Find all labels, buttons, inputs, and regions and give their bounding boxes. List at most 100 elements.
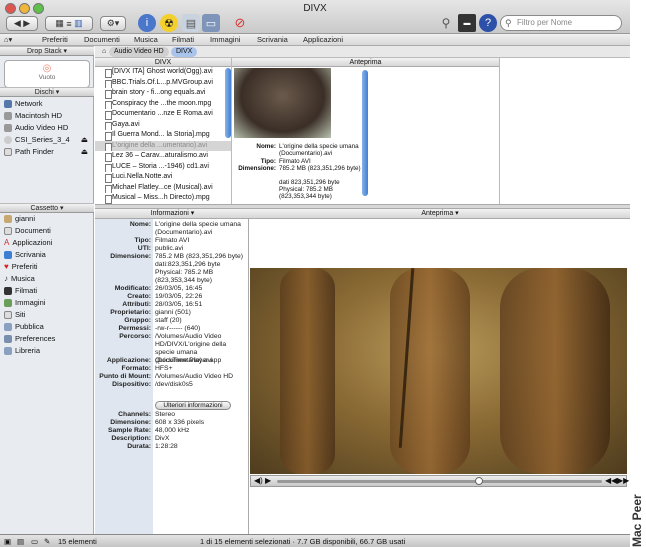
home-icon[interactable]: ⌂▾ [4, 35, 12, 44]
path-item-divx[interactable]: DIVX [171, 47, 198, 57]
drawer-item-documenti[interactable]: Documenti [4, 225, 92, 236]
disks-header[interactable]: Dischi ▾ [0, 87, 94, 97]
drop-stack-area[interactable]: ◎ Vuoto [4, 60, 90, 88]
drawer-item-libreria[interactable]: Libreria [4, 345, 92, 356]
file-row[interactable]: brain story - fi...ong equals.avi [95, 88, 231, 99]
back-forward-button[interactable]: ◀ ▶ [6, 16, 38, 31]
drawer-item-musica[interactable]: ♪ Musica [4, 273, 92, 284]
menu-scrivania[interactable]: Scrivania [257, 35, 288, 44]
playback-track[interactable] [277, 480, 602, 483]
disk-audio-video-hd[interactable]: Audio Video HD [4, 122, 92, 133]
more-info-button[interactable]: Ulteriori informazioni [155, 401, 231, 410]
preview-panel-header[interactable]: Anteprima ▾ [250, 209, 630, 219]
column-view-icon[interactable]: ▥ [74, 18, 83, 29]
preview-kind-label: Tipo: [260, 158, 276, 165]
menu-filmati[interactable]: Filmati [172, 35, 194, 44]
menu-documenti[interactable]: Documenti [84, 35, 120, 44]
path-item-audio-video-hd[interactable]: Audio Video HD [109, 47, 169, 57]
file-list-scrollbar[interactable] [225, 68, 231, 138]
file-row[interactable]: Michael Flatley...ce (Musical).avi [95, 183, 231, 193]
info-value: QuickTime Player.app [155, 357, 222, 364]
help-icon[interactable]: ? [479, 14, 497, 32]
drawer-item-immagini[interactable]: Immagini [4, 297, 92, 308]
disk-csi-series[interactable]: CSI_Series_3_4 ⏏ [4, 134, 92, 145]
file-row[interactable]: L'origine della ...umentario).avi [95, 140, 231, 151]
disk-network[interactable]: Network [4, 98, 92, 109]
file-row[interactable]: Gaya.avi [95, 120, 231, 130]
pencil-icon[interactable]: ✎ [44, 535, 50, 547]
network-icon [4, 99, 12, 108]
file-row[interactable]: Musical – Miss...h Directo).mpg [95, 193, 231, 204]
file-row[interactable]: Il Guerra Mond... la Storia].mpg [95, 130, 231, 141]
list-view-icon[interactable]: ≡ [66, 19, 71, 29]
preview-toggle-icon[interactable]: ▭ [31, 535, 38, 547]
sidebar-toggle-icon[interactable]: ▣ [4, 535, 11, 547]
icon-view-icon[interactable]: ▦ [55, 18, 64, 29]
file-list: DIVX [DIVX ITA] Ghost world(Ogg).avi BBC.… [95, 58, 232, 204]
disk-path-finder[interactable]: Path Finder ⏏ [4, 146, 92, 157]
file-row[interactable]: [DIVX ITA] Ghost world(Ogg).avi [95, 67, 231, 78]
back-icon: ◀ [13, 18, 21, 28]
file-row[interactable]: LUCE – Storia ...-1946) cd1.avi [95, 162, 231, 172]
pictures-icon [4, 298, 12, 307]
drop-stack-header[interactable]: Drop Stack ▾ [0, 46, 94, 56]
info-value: 19/03/05, 22:26 [155, 293, 203, 300]
video-frame [250, 268, 627, 474]
drawer-item-applicazioni[interactable]: A Applicazioni [4, 237, 92, 248]
step-forward-icon[interactable]: ▶▶ [617, 476, 629, 485]
share-icon[interactable]: ▤ [182, 14, 200, 32]
view-mode-control[interactable]: ▦ ≡ ▥ [45, 16, 93, 31]
video-controls: ◀) ▶ ◀◀ ▶▶ [250, 475, 629, 487]
drawer-item-scrivania[interactable]: Scrivania [4, 249, 92, 260]
disk-macintosh-hd[interactable]: Macintosh HD [4, 110, 92, 121]
console-icon[interactable]: ▬ [458, 14, 476, 32]
info-key: Applicazione: [106, 357, 151, 364]
info-icon[interactable]: i [138, 14, 156, 32]
window-title: DIVX [303, 3, 327, 14]
file-row[interactable]: Documentario ...nze E Roma.avi [95, 109, 231, 120]
file-row[interactable]: Lez 36 – Carav...aturalismo.avi [95, 151, 231, 162]
menu-musica[interactable]: Musica [134, 35, 158, 44]
volume-icon[interactable]: ◀) [254, 476, 263, 485]
drawer-toggle-icon[interactable]: ▤ [17, 535, 24, 547]
file-row[interactable]: BBC.Trials.Of.L...p.MVGroup.avi [95, 78, 231, 88]
status-bar: ▣ ▤ ▭ ✎ 15 elementi 1 di 15 elementi sel… [0, 534, 630, 547]
hard-disk-icon [4, 123, 12, 132]
preview-scrollbar[interactable] [362, 70, 368, 196]
action-menu-button[interactable]: ⚙▾ [100, 16, 126, 31]
forward-icon: ▶ [23, 18, 31, 28]
drawer-item-filmati[interactable]: Filmati [4, 285, 92, 296]
search-input[interactable]: Filtro per Nome [500, 15, 622, 31]
menu-immagini[interactable]: Immagini [210, 35, 240, 44]
drawer-item-preferences[interactable]: Preferences [4, 333, 92, 344]
file-row[interactable]: Conspiracy the ...the moon.mpg [95, 99, 231, 109]
file-row[interactable]: Luci.Nella.Notte.avi [95, 172, 231, 183]
watermark: Mac Peer [630, 477, 646, 547]
terminal-icon[interactable]: ▭ [202, 14, 220, 32]
music-icon: ♪ [4, 274, 8, 283]
drawer-header[interactable]: Cassetto ▾ [0, 203, 94, 213]
menu-preferiti[interactable]: Preferiti [42, 35, 68, 44]
drawer-item-siti[interactable]: Siti [4, 309, 92, 320]
drawer-item-pubblica[interactable]: Pubblica [4, 321, 92, 332]
heart-icon: ♥ [4, 262, 9, 271]
video-figure-left [280, 268, 335, 474]
eject-icon[interactable]: ⏏ [81, 134, 88, 145]
magnifier-icon[interactable]: ⚲ [437, 14, 455, 32]
title-bar: DIVX ◀ ▶ ▦ ≡ ▥ ⚙▾ i ☢ ▤ ▭ ⊘ ⚲ ▬ ? Filtro… [0, 0, 630, 34]
info-key: Dispositivo: [112, 381, 151, 388]
eject-icon[interactable]: ⏏ [81, 146, 88, 157]
delete-icon[interactable]: ⊘ [231, 14, 249, 32]
info-value: /dev/disk0s5 [155, 381, 193, 388]
drawer-item-preferiti[interactable]: ♥ Preferiti [4, 261, 92, 272]
info-value: /Volumes/Audio Video HD [155, 373, 234, 380]
step-back-icon[interactable]: ◀◀ [605, 476, 617, 485]
drawer-item-gianni[interactable]: gianni [4, 213, 92, 224]
preview-thumbnail [234, 68, 331, 138]
menu-applicazioni[interactable]: Applicazioni [303, 35, 343, 44]
play-icon[interactable]: ▶ [265, 476, 271, 485]
burn-icon[interactable]: ☢ [160, 14, 178, 32]
playback-slider[interactable] [474, 477, 483, 485]
sidebar: Drop Stack ▾ ◎ Vuoto Dischi ▾ Network Ma… [0, 46, 94, 534]
info-panel-header[interactable]: Informazioni ▾ [95, 209, 250, 219]
